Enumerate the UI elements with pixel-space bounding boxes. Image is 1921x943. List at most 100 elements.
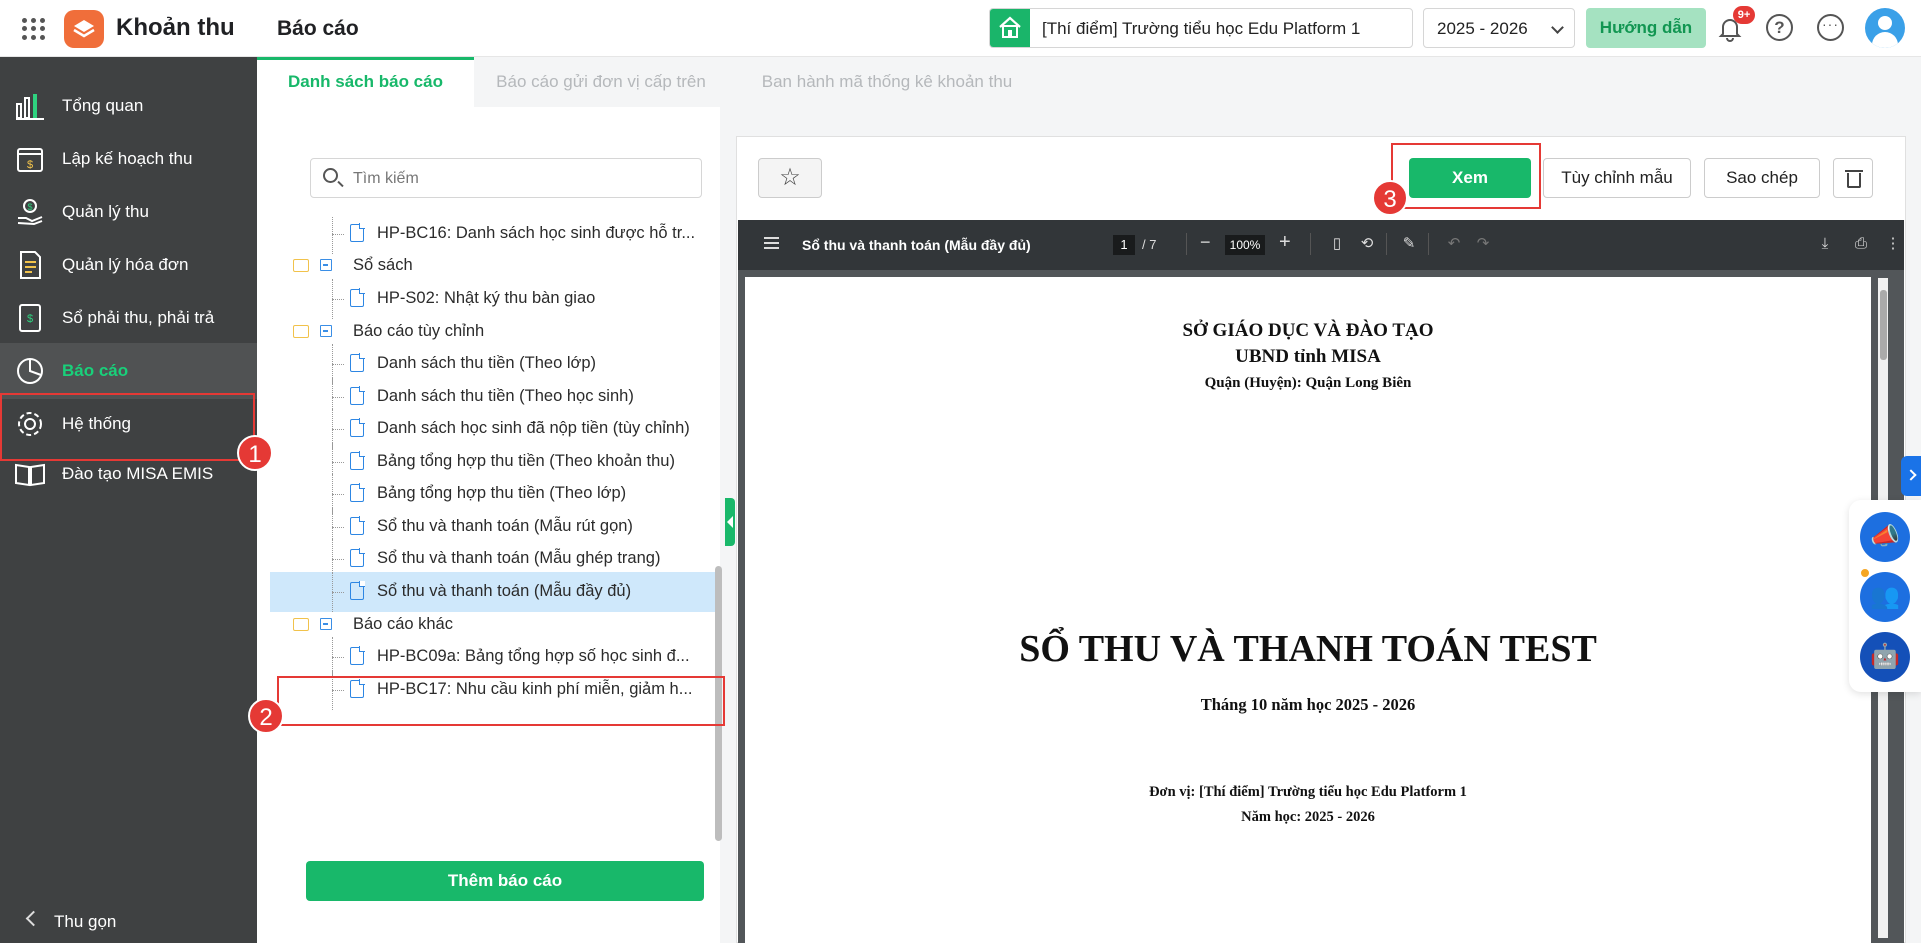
svg-text:$: $: [27, 313, 33, 325]
document-icon: [350, 353, 365, 372]
highlight-box-1: [0, 393, 255, 461]
highlight-box-3: [1391, 143, 1541, 209]
sidebar-item-label: Tổng quan: [62, 96, 144, 115]
sidebar-item-6[interactable]: Báo cáo: [0, 343, 257, 399]
chevron-down-icon: [1551, 21, 1564, 34]
collapse-label: Thu gọn: [54, 912, 117, 931]
more-options-icon[interactable]: ···: [1817, 14, 1844, 41]
document-icon: [350, 516, 365, 535]
delete-button[interactable]: [1833, 158, 1873, 198]
annotate-icon[interactable]: ✎: [1398, 233, 1420, 255]
step-badge-1: 1: [237, 435, 273, 471]
school-home-icon: [990, 9, 1030, 47]
document-icon: [350, 646, 365, 665]
search-icon: [323, 168, 338, 183]
search-box[interactable]: [310, 158, 702, 198]
collapse-node-icon[interactable]: [320, 259, 332, 271]
collapse-node-icon[interactable]: [320, 618, 332, 630]
panel-splitter-handle[interactable]: [725, 498, 735, 546]
report-tree: HP-BC15: Báo cáo tình hình thu theo lớpH…: [270, 216, 720, 848]
zoom-out-icon[interactable]: −: [1200, 232, 1211, 253]
sidebar-item-4[interactable]: Quản lý hóa đơn: [0, 237, 257, 293]
calendar-money-icon: $: [14, 143, 46, 175]
sidebar-item-2[interactable]: $ Lập kế hoạch thu: [0, 131, 257, 187]
svg-text:$: $: [27, 202, 32, 212]
pdf-zoom-input[interactable]: 100%: [1225, 235, 1265, 255]
document-icon: [350, 386, 365, 405]
school-year-select[interactable]: 2025 - 2026: [1423, 8, 1575, 48]
document-icon: [350, 288, 365, 307]
guide-button[interactable]: Hướng dẫn: [1586, 8, 1706, 48]
svg-text:$: $: [27, 159, 33, 171]
undo-icon[interactable]: ↶: [1443, 233, 1465, 255]
document-icon: [350, 483, 365, 502]
sidebar-item-label: Quản lý hóa đơn: [62, 255, 189, 274]
pdf-unit: Đơn vị: [Thí điểm] Trường tiểu học Edu P…: [1149, 784, 1467, 800]
school-selector[interactable]: [Thí điểm] Trường tiểu học Edu Platform …: [989, 8, 1413, 48]
pdf-page: SỞ GIÁO DỤC VÀ ĐÀO TẠO UBND tỉnh MISA Qu…: [745, 277, 1871, 943]
tree-label: Sổ thu và thanh toán (Mẫu đầy đủ): [377, 582, 632, 600]
folder-icon: [293, 325, 309, 338]
assistant-bot-button[interactable]: 🤖: [1860, 632, 1910, 682]
tree-label: Sổ sách: [353, 256, 413, 274]
document-icon: [350, 548, 365, 567]
pdf-committee: UBND tỉnh MISA: [1235, 346, 1381, 367]
chart-bars-icon: [14, 90, 46, 122]
fit-page-icon[interactable]: ▯: [1326, 233, 1348, 255]
document-icon: [350, 451, 365, 470]
copy-button[interactable]: Sao chép: [1704, 158, 1820, 198]
tree-label: HP-BC16: Danh sách học sinh được hỗ tr..…: [377, 224, 696, 242]
robot-icon: 🤖: [1870, 643, 1900, 670]
pdf-menu-icon[interactable]: [764, 237, 779, 249]
help-icon[interactable]: ?: [1766, 14, 1793, 41]
search-input[interactable]: [353, 167, 683, 191]
floating-actions: 📣 👥 🤖: [1849, 500, 1921, 692]
school-year-value: 2025 - 2026: [1437, 19, 1528, 38]
pdf-report-period: Tháng 10 năm học 2025 - 2026: [1200, 695, 1416, 714]
tree-label: Báo cáo tùy chỉnh: [353, 322, 485, 340]
app-window: Khoản thu Báo cáo [Thí điểm] Trường tiểu…: [0, 0, 1921, 943]
sidebar-item-label: Sổ phải thu, phải trả: [62, 308, 215, 327]
tab-statistic-codes[interactable]: Ban hành mã thống kê khoản thu: [745, 57, 1029, 107]
top-header: Khoản thu Báo cáo [Thí điểm] Trường tiểu…: [0, 0, 1921, 57]
open-book-icon: [14, 458, 46, 490]
pdf-more-icon[interactable]: ⋮: [1882, 233, 1904, 255]
app-grid-icon[interactable]: [20, 16, 46, 42]
collapse-sidebar-button[interactable]: Thu gọn: [0, 900, 257, 943]
community-button[interactable]: 👥: [1860, 572, 1910, 622]
pdf-school-year: Năm học: 2025 - 2026: [1241, 809, 1375, 825]
tree-label: Bảng tổng hợp thu tiền (Theo lớp): [377, 484, 627, 502]
rotate-icon[interactable]: ⟲: [1356, 233, 1378, 255]
pdf-page-input[interactable]: 1: [1113, 235, 1135, 255]
sidebar-item-label: Đào tạo MISA EMIS: [62, 464, 214, 483]
tab-report-superior[interactable]: Báo cáo gửi đơn vị cấp trên: [485, 57, 717, 107]
pdf-report-title: SỔ THU VÀ THANH TOÁN TEST: [1019, 628, 1597, 670]
sidebar-item-1[interactable]: Tổng quan: [0, 78, 257, 134]
new-indicator-dot: [1859, 567, 1871, 579]
hand-coin-icon: $: [14, 196, 46, 228]
sidebar-item-3[interactable]: $ Quản lý thu: [0, 184, 257, 240]
redo-icon[interactable]: ↷: [1472, 233, 1494, 255]
customize-template-button[interactable]: Tùy chỉnh mẫu: [1543, 158, 1691, 198]
sidebar-item-5[interactable]: $ Sổ phải thu, phải trả: [0, 290, 257, 346]
announcement-button[interactable]: 📣: [1860, 512, 1910, 562]
expand-side-tab[interactable]: [1901, 456, 1921, 496]
sidebar-item-label: Báo cáo: [62, 361, 129, 380]
pdf-toolbar: Sổ thu và thanh toán (Mẫu đầy đủ) 1 / 7 …: [738, 220, 1904, 270]
tree-label: Bảng tổng hợp thu tiền (Theo khoản thu): [377, 452, 675, 470]
tree-label: HP-S02: Nhật ký thu bàn giao: [377, 289, 596, 307]
folder-icon: [293, 259, 309, 272]
tree-label: Sổ thu và thanh toán (Mẫu ghép trang): [377, 549, 661, 567]
sidebar-item-label: Lập kế hoạch thu: [62, 149, 193, 168]
favorite-star-button[interactable]: ☆: [758, 158, 822, 198]
tree-label: Sổ thu và thanh toán (Mẫu rút gọn): [377, 517, 633, 535]
print-icon[interactable]: ⎙: [1850, 233, 1872, 255]
tab-report-list[interactable]: Danh sách báo cáo: [257, 57, 474, 107]
avatar[interactable]: [1865, 8, 1905, 48]
collapse-node-icon[interactable]: [320, 325, 332, 337]
download-icon[interactable]: ⤓: [1814, 233, 1836, 255]
pdf-document-title: Sổ thu và thanh toán (Mẫu đầy đủ): [802, 237, 1031, 253]
tree-label: Danh sách học sinh đã nộp tiền (tùy chỉn…: [377, 419, 690, 437]
add-report-button[interactable]: Thêm báo cáo: [306, 861, 704, 901]
zoom-in-icon[interactable]: +: [1279, 231, 1291, 254]
